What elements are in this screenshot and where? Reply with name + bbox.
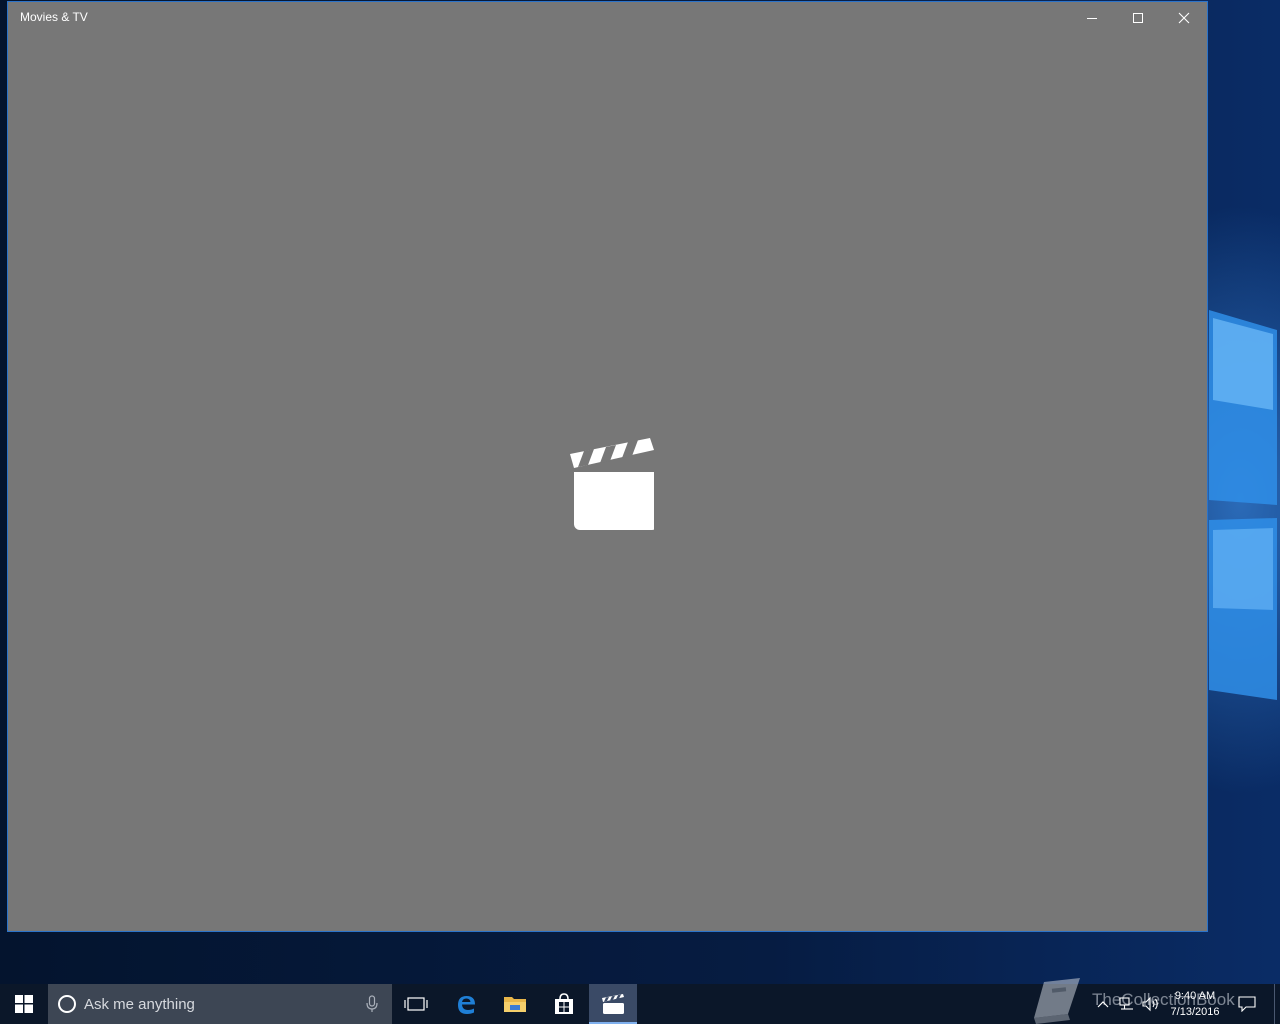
window-titlebar[interactable]: Movies & TV [8, 2, 1207, 33]
microphone-icon[interactable] [366, 995, 378, 1013]
task-view-icon [404, 997, 428, 1011]
volume-icon [1142, 996, 1158, 1012]
search-box[interactable]: Ask me anything [48, 984, 392, 1024]
maximize-icon [1133, 12, 1143, 23]
folder-icon [504, 997, 526, 1012]
show-desktop-button[interactable] [1274, 984, 1280, 1024]
network-button[interactable] [1118, 984, 1136, 1024]
action-center-icon [1238, 996, 1256, 1012]
windows-wallpaper-logo [1209, 310, 1277, 700]
start-button[interactable] [0, 984, 48, 1024]
book-icon [1034, 978, 1080, 1024]
close-button[interactable] [1161, 2, 1207, 33]
movies-tv-window: Movies & TV [7, 1, 1208, 932]
minimize-button[interactable] [1069, 2, 1115, 33]
show-hidden-icons-button[interactable] [1096, 984, 1110, 1024]
clapperboard-icon [570, 438, 654, 530]
clock-date: 7/13/2016 [1170, 1006, 1220, 1018]
close-icon [1178, 12, 1190, 23]
window-title: Movies & TV [20, 10, 88, 24]
chevron-up-icon [1097, 1001, 1109, 1008]
clock-time: 9:40 AM [1174, 990, 1216, 1002]
edge-taskbar-button[interactable] [442, 984, 490, 1024]
search-placeholder: Ask me anything [84, 996, 195, 1013]
store-button[interactable] [540, 984, 588, 1024]
network-icon [1119, 997, 1133, 1010]
store-icon [555, 993, 573, 1014]
file-explorer-button[interactable] [491, 984, 539, 1024]
minimize-icon [1087, 17, 1097, 19]
windows-logo-icon [15, 995, 33, 1013]
movies-tv-taskbar-button[interactable] [589, 984, 637, 1024]
clapperboard-icon [602, 994, 624, 1014]
cortana-circle-icon [58, 995, 76, 1013]
task-view-button[interactable] [392, 984, 440, 1024]
action-center-button[interactable] [1236, 984, 1258, 1024]
volume-button[interactable] [1142, 984, 1160, 1024]
maximize-button[interactable] [1115, 2, 1161, 33]
edge-icon [458, 996, 475, 1014]
system-clock[interactable]: 9:40 AM 7/13/2016 [1163, 988, 1227, 1020]
